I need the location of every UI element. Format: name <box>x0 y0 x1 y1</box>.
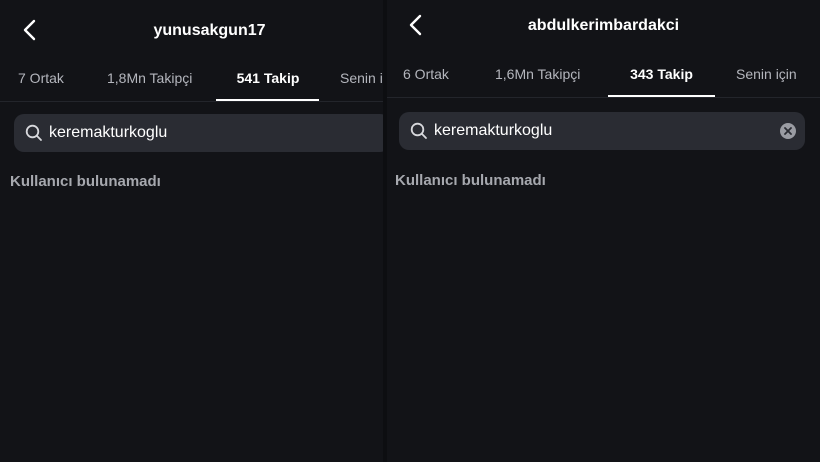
tab-followers[interactable]: 1,6Mn Takipçi <box>495 66 580 82</box>
search-input[interactable] <box>434 112 771 150</box>
tab-mutual[interactable]: 7 Ortak <box>18 70 64 86</box>
search-bar <box>14 114 383 152</box>
search-input[interactable] <box>49 114 356 152</box>
tab-mutual[interactable]: 6 Ortak <box>403 66 449 82</box>
profile-username-title: abdulkerimbardakci <box>527 17 680 34</box>
tab-bar-divider <box>387 97 820 98</box>
search-icon <box>25 124 42 141</box>
search-bar <box>399 112 805 150</box>
chevron-left-icon <box>23 19 36 41</box>
tab-following[interactable]: 343 Takip <box>608 66 715 82</box>
left-profile-panel: yunusakgun17 7 Ortak 1,8Mn Takipçi 541 T… <box>0 0 383 462</box>
search-icon <box>410 122 427 139</box>
tab-suggested[interactable]: Senin i <box>340 70 383 86</box>
empty-state-message: Kullanıcı bulunamadı <box>10 173 161 190</box>
profile-username-title: yunusakgun17 <box>153 22 266 39</box>
tab-following[interactable]: 541 Takip <box>217 70 319 86</box>
tab-suggested[interactable]: Senin için <box>736 66 797 82</box>
tab-bar-divider <box>0 101 383 102</box>
tab-followers[interactable]: 1,8Mn Takipçi <box>107 70 192 86</box>
right-profile-panel: abdulkerimbardakci 6 Ortak 1,6Mn Takipçi… <box>387 0 820 462</box>
empty-state-message: Kullanıcı bulunamadı <box>395 172 546 189</box>
clear-icon[interactable] <box>779 122 797 140</box>
